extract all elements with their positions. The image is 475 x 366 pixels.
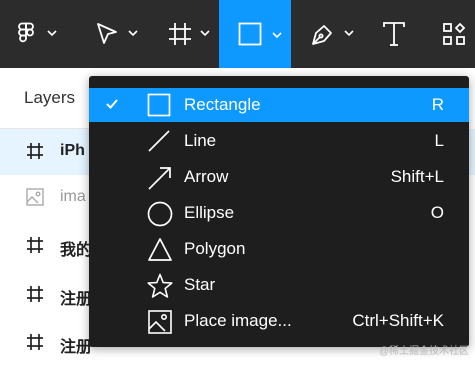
ellipse-icon xyxy=(147,201,173,227)
rectangle-icon xyxy=(147,93,171,117)
layer-name: 我的 xyxy=(60,242,93,259)
frame-hash-icon xyxy=(27,334,43,350)
layer-name: iPh xyxy=(60,142,85,159)
menu-item-label: Place image... xyxy=(184,311,292,330)
polygon-icon xyxy=(148,238,172,261)
menu-item-star[interactable]: Star xyxy=(89,268,469,302)
pen-nib-icon xyxy=(312,25,332,45)
menu-item-arrow[interactable]: Arrow Shift+L xyxy=(89,160,469,194)
image-icon xyxy=(26,188,44,206)
layer-name: 注册 xyxy=(60,291,93,308)
menu-item-line[interactable]: Line L xyxy=(89,124,469,158)
chevron-down-icon xyxy=(200,30,210,37)
chevron-down-icon xyxy=(344,30,354,37)
star-icon xyxy=(147,273,173,298)
menu-item-shortcut: O xyxy=(430,203,444,222)
place-image-icon xyxy=(148,310,172,334)
main-menu-button[interactable] xyxy=(0,0,68,68)
frame-hash-icon xyxy=(27,143,43,159)
menu-item-label: Polygon xyxy=(184,239,246,258)
text-t-icon xyxy=(383,22,405,46)
toolbar xyxy=(0,0,475,68)
menu-item-shortcut: Ctrl+Shift+K xyxy=(352,311,444,330)
menu-item-label: Line xyxy=(184,131,217,150)
frame-hash-icon xyxy=(27,286,43,302)
line-icon xyxy=(148,130,170,152)
menu-item-shortcut: Shift+L xyxy=(390,167,444,186)
resources-tool-button[interactable] xyxy=(430,0,475,68)
rectangle-icon xyxy=(238,22,262,46)
layer-name: ima xyxy=(60,188,86,205)
panel-title: Layers xyxy=(24,88,76,107)
menu-item-polygon[interactable]: Polygon xyxy=(89,232,469,266)
frame-hash-icon xyxy=(169,23,191,45)
menu-item-place-image[interactable]: Place image... Ctrl+Shift+K xyxy=(89,304,469,338)
arrow-icon xyxy=(148,167,171,190)
frame-hash-icon xyxy=(27,237,43,253)
menu-item-ellipse[interactable]: Ellipse O xyxy=(89,196,469,230)
frame-tool-button[interactable] xyxy=(158,0,218,68)
menu-item-label: Arrow xyxy=(184,167,229,186)
chevron-down-icon xyxy=(128,30,138,37)
chevron-down-icon xyxy=(272,32,282,39)
shape-tool-button[interactable] xyxy=(219,0,291,68)
chevron-down-icon xyxy=(47,30,57,37)
text-tool-button[interactable] xyxy=(370,0,418,68)
menu-item-shortcut: R xyxy=(431,95,444,114)
pen-tool-button[interactable] xyxy=(300,0,364,68)
checkmark-icon xyxy=(106,99,118,109)
layer-name: 注册 xyxy=(60,339,93,356)
cursor-arrow-icon xyxy=(97,23,117,44)
move-tool-button[interactable] xyxy=(86,0,150,68)
menu-item-shortcut: L xyxy=(434,131,444,150)
menu-item-rectangle[interactable]: Rectangle R xyxy=(89,88,469,122)
components-grid-icon xyxy=(443,22,466,45)
shape-tools-menu: Rectangle R Line L Arrow Shift+L Ellipse… xyxy=(89,76,469,347)
menu-item-label: Star xyxy=(184,275,216,294)
figma-logo-icon xyxy=(18,22,34,43)
menu-item-label: Ellipse xyxy=(184,203,235,222)
watermark: @稀土掘金技术社区 xyxy=(378,346,469,357)
menu-item-label: Rectangle xyxy=(184,95,261,114)
